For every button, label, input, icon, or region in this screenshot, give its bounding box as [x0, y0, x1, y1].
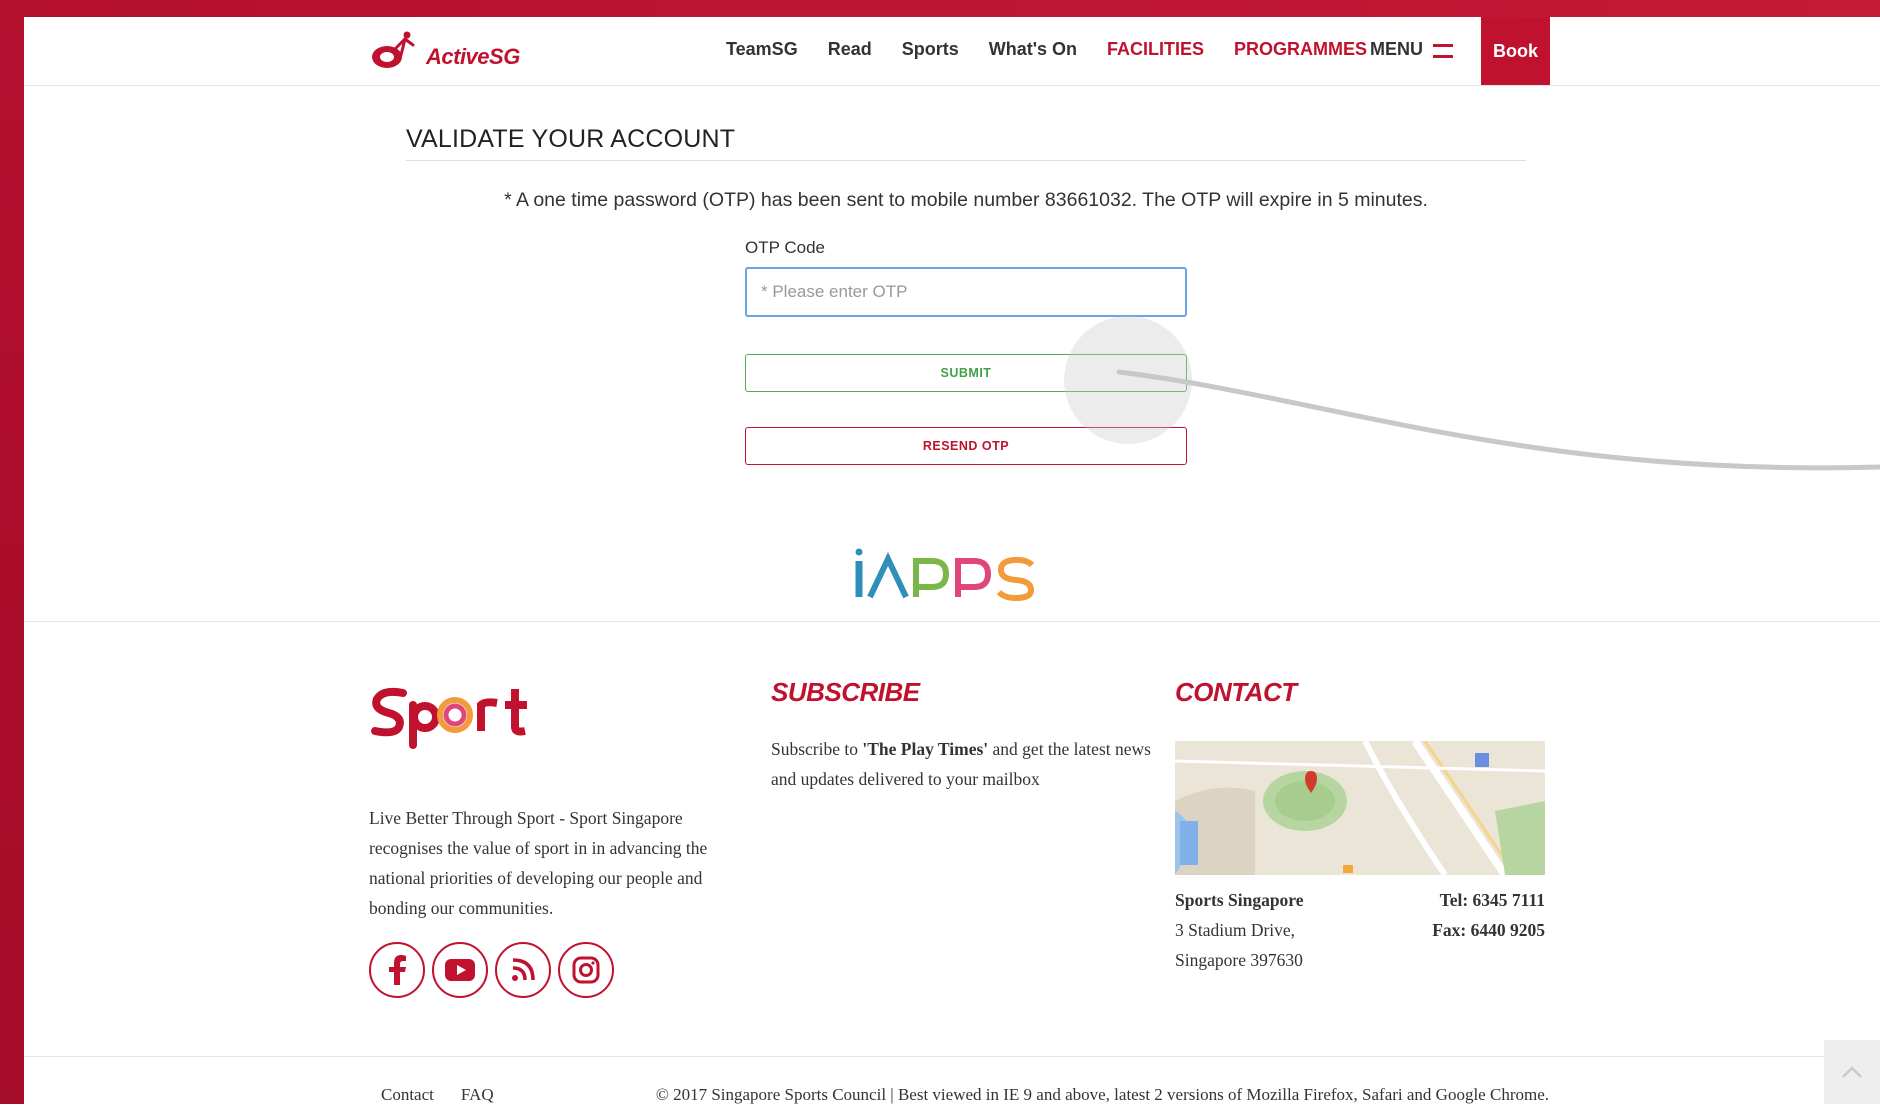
subscribe-text: Subscribe to 'The Play Times' and get th… — [771, 734, 1151, 794]
activesg-logo-text: ActiveSG — [426, 44, 520, 69]
subscribe-text-pre: Subscribe to — [771, 739, 863, 759]
otp-notice: * A one time password (OTP) has been sen… — [504, 189, 1428, 211]
resend-otp-button[interactable]: RESEND OTP — [745, 427, 1187, 465]
facebook-icon[interactable] — [369, 942, 425, 998]
menu-toggle[interactable]: MENU — [1370, 39, 1453, 60]
main-nav: TeamSG Read Sports What's On FACILITIES … — [726, 39, 1397, 63]
otp-code-input[interactable] — [745, 267, 1187, 317]
page-title: VALIDATE YOUR ACCOUNT — [406, 125, 736, 153]
subscribe-newsletter-name[interactable]: 'The Play Times' — [862, 739, 988, 759]
contact-fax: Fax: 6440 9205 — [1432, 920, 1545, 940]
subscribe-heading: SUBSCRIBE — [771, 677, 920, 707]
instagram-icon[interactable] — [558, 942, 614, 998]
back-to-top-button[interactable] — [1824, 1040, 1880, 1104]
nav-item-programmes[interactable]: PROGRAMMES — [1234, 39, 1367, 63]
contact-telephone[interactable]: Tel: 6345 7111 — [1394, 890, 1545, 911]
contact-org-name: Sports Singapore — [1175, 890, 1304, 910]
nav-item-sports[interactable]: Sports — [902, 39, 959, 63]
rss-icon[interactable] — [495, 942, 551, 998]
contact-address-line-1: 3 Stadium Drive, — [1175, 920, 1296, 940]
nav-item-whats-on[interactable]: What's On — [989, 39, 1077, 63]
nav-item-teamsg[interactable]: TeamSG — [726, 39, 798, 63]
site-header: ActiveSG TeamSG Read Sports What's On FA… — [24, 17, 1880, 86]
sport-singapore-logo[interactable] — [369, 683, 549, 783]
contact-heading: CONTACT — [1175, 677, 1297, 707]
contact-link[interactable]: Contact — [381, 1085, 434, 1105]
copyright-text: © 2017 Singapore Sports Council | Best v… — [655, 1085, 1549, 1104]
location-map-image — [1175, 741, 1545, 875]
title-divider — [406, 160, 1526, 161]
nav-item-read[interactable]: Read — [828, 39, 872, 63]
submit-button[interactable]: SUBMIT — [745, 354, 1187, 392]
book-button[interactable]: Book — [1481, 17, 1550, 85]
hamburger-icon — [1433, 42, 1453, 58]
faq-link[interactable]: FAQ — [461, 1085, 494, 1105]
about-text: Live Better Through Sport - Sport Singap… — [369, 808, 708, 918]
footer-divider — [24, 621, 1880, 622]
contact-address-line-2: Singapore 397630 — [1175, 950, 1303, 970]
chevron-up-icon — [1842, 1066, 1862, 1078]
nav-item-facilities[interactable]: FACILITIES — [1107, 39, 1204, 63]
iapps-logo-icon — [855, 548, 1035, 602]
bottom-links: Contact FAQ — [381, 1085, 494, 1105]
youtube-icon[interactable] — [432, 942, 488, 998]
page: ActiveSG TeamSG Read Sports What's On FA… — [24, 17, 1880, 1104]
browser-frame-left — [0, 0, 24, 1104]
location-map[interactable] — [1175, 741, 1545, 875]
social-links — [369, 942, 614, 998]
menu-label: MENU — [1370, 39, 1423, 59]
otp-code-label: OTP Code — [745, 238, 826, 257]
bottom-divider — [24, 1056, 1880, 1057]
sport-singapore-logo-icon — [371, 687, 527, 749]
browser-frame-top — [0, 0, 1880, 17]
iapps-logo[interactable] — [850, 547, 1090, 627]
